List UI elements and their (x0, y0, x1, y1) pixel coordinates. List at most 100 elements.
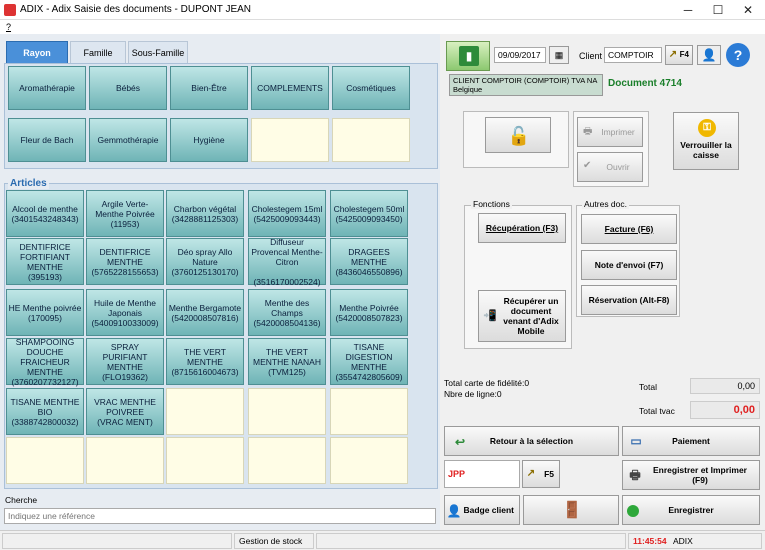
retour-label: Retour à la sélection (489, 436, 574, 446)
open-button[interactable]: ✔ Ouvrir (577, 152, 643, 182)
empty-cell (6, 437, 84, 484)
print-button[interactable]: 🖶 Imprimer (577, 117, 643, 147)
empty-cell (166, 388, 244, 435)
article-button[interactable]: SPRAY PURIFIANT MENTHE (FLO19362) (86, 338, 164, 385)
app-icon (4, 4, 16, 16)
article-button[interactable]: VRAC MENTHE POIVREE (VRAC MENT) (86, 388, 164, 435)
minimize-button[interactable]: ─ (673, 0, 703, 20)
new-document-button[interactable]: ▮ (446, 41, 490, 71)
empty-cell (251, 118, 329, 162)
client-info: CLIENT COMPTOIR (COMPTOIR) TVA NA Belgiq… (449, 74, 603, 96)
article-button[interactable]: Huile de Menthe Japonais (5400910033009) (86, 289, 164, 336)
article-button[interactable]: SHAMPOOING DOUCHE FRAICHEUR MENTHE (3760… (6, 337, 84, 387)
recuperation-button[interactable]: Récupération (F3) (478, 213, 566, 243)
article-button[interactable]: THE VERT MENTHE (8715616004673) (166, 338, 244, 385)
mobile-icon: 📲 (483, 310, 497, 322)
article-button[interactable]: DENTIFRICE MENTHE (5765228155653) (86, 238, 164, 285)
article-button[interactable]: DRAGEES MENTHE (8436046550896) (330, 238, 408, 285)
article-button[interactable]: TISANE MENTHE BIO (3388742800032) (6, 388, 84, 435)
date-field[interactable]: 09/09/2017 (494, 47, 546, 63)
badge-label: Badge client (463, 505, 514, 515)
article-button[interactable]: Charbon végétal (3428881125303) (166, 190, 244, 237)
line-count: Nbre de ligne:0 (444, 389, 502, 399)
rayon-button[interactable]: Bien-Être (170, 66, 248, 110)
rayon-button[interactable]: Aromathérapie (8, 66, 86, 110)
status-bar: Gestion de stock 11:45:54 ADIX (0, 530, 765, 550)
note-envoi-button[interactable]: Note d'envoi (F7) (581, 250, 677, 280)
enregistrer-button[interactable]: Enregistrer (622, 495, 760, 525)
rayon-button[interactable]: Cosmétiques (332, 66, 410, 110)
enregistrer-label: Enregistrer (668, 505, 714, 515)
article-button[interactable]: HE Menthe poivrée (170095) (6, 289, 84, 336)
article-button[interactable]: Argile Verte-Menthe Poivrée (11953) (86, 190, 164, 237)
client-label: Client (579, 51, 603, 61)
check-icon: ✔ (583, 160, 592, 171)
client-card-icon[interactable]: 👤 (697, 45, 721, 65)
article-button[interactable]: Cholestegem 15ml (5425009093443) (248, 190, 326, 237)
article-button[interactable]: Menthe des Champs (5420008504136) (248, 289, 326, 336)
menu-help[interactable]: ? (6, 22, 11, 32)
articles-label: Articles (8, 178, 49, 189)
total-value: 0,00 (690, 378, 760, 394)
article-button[interactable]: Cholestegem 50ml (5425009093450) (330, 190, 408, 237)
lock-register-label: Verrouiller la caisse (680, 140, 732, 160)
paiement-label: Paiement (672, 436, 710, 446)
retour-selection-button[interactable]: ↩ Retour à la sélection (444, 426, 619, 456)
rayon-button[interactable]: COMPLEMENTS (251, 66, 329, 110)
article-button[interactable]: Menthe Poivrée (5420008507823) (330, 289, 408, 336)
person-icon: ▮ (459, 46, 479, 66)
status-stock: Gestion de stock (234, 533, 314, 549)
vendor-field[interactable]: JPP (444, 460, 520, 488)
rayon-button[interactable]: Bébés (89, 66, 167, 110)
search-input[interactable] (4, 508, 436, 524)
status-seg-1 (2, 533, 232, 549)
facture-button[interactable]: Facture (F6) (581, 214, 677, 244)
status-user: ADIX (672, 536, 693, 546)
empty-cell (86, 437, 164, 484)
article-button[interactable]: Menthe Bergamote (5420008507816) (166, 289, 244, 336)
f5-label: F5 (544, 469, 554, 479)
lock-register-button[interactable]: ⚿ Verrouiller la caisse (673, 112, 739, 170)
empty-cell (248, 388, 326, 435)
autres-label: Autres doc. (582, 199, 629, 209)
badge-client-button[interactable]: 👤 Badge client (444, 495, 520, 525)
recuperer-adix-label: Récupérer un document venant d'Adix Mobi… (503, 296, 559, 336)
badge-icon: 👤 (446, 504, 462, 518)
maximize-button[interactable]: ☐ (703, 0, 733, 20)
status-time: 11:45:54 (633, 536, 667, 546)
help-icon[interactable]: ? (726, 43, 750, 67)
client-search-button[interactable]: ↗ F4 (665, 45, 693, 65)
reservation-button[interactable]: Réservation (Alt-F8) (581, 285, 677, 315)
green-dot-icon (627, 505, 639, 517)
padlock-icon: 🔓 (507, 126, 531, 146)
empty-cell (332, 118, 410, 162)
exit-button[interactable]: 🚪 (523, 495, 619, 525)
paiement-button[interactable]: ▭ Paiement (622, 426, 760, 456)
article-button[interactable]: THE VERT MENTHE NANAH (TVM125) (248, 338, 326, 385)
close-button[interactable]: ✕ (733, 0, 763, 20)
rayon-button[interactable]: Fleur de Bach (8, 118, 86, 162)
lock-button[interactable]: 🔓 (485, 117, 551, 153)
fonctions-label: Fonctions (471, 199, 512, 209)
tab-famille[interactable]: Famille (70, 41, 126, 63)
calendar-icon[interactable]: ▦ (549, 46, 569, 64)
key-icon: ⚿ (698, 119, 716, 137)
tab-rayon[interactable]: Rayon (6, 41, 68, 63)
recuperer-adix-button[interactable]: 📲 Récupérer un document venant d'Adix Mo… (478, 290, 566, 342)
article-button[interactable]: Alcool de menthe (3401543248343) (6, 190, 84, 237)
client-field[interactable]: COMPTOIR (604, 47, 662, 63)
open-label: Ouvrir (606, 162, 630, 172)
article-button[interactable]: TISANE DIGESTION MENTHE (3554742805609) (330, 338, 408, 385)
enregistrer-imprimer-button[interactable]: 🖶 Enregistrer et Imprimer (F9) (622, 460, 760, 490)
status-time-box: 11:45:54 ADIX (628, 533, 762, 549)
article-button[interactable]: Déo spray Allo Nature (3760125130170) (166, 238, 244, 285)
print-label: Imprimer (601, 127, 635, 137)
document-number: Document 4714 (608, 78, 682, 89)
article-button[interactable]: Diffuseur Provencal Menthe-Citron (35161… (248, 237, 326, 287)
rayon-button[interactable]: Gemmothérapie (89, 118, 167, 162)
vendor-select-button[interactable]: ↗ F5 (522, 460, 560, 488)
article-button[interactable]: DENTIFRICE FORTIFIANT MENTHE (395193) (6, 238, 84, 285)
title-bar: ADIX - Adix Saisie des documents - DUPON… (0, 0, 765, 20)
tab-sous-famille[interactable]: Sous-Famille (128, 41, 188, 63)
rayon-button[interactable]: Hygiène (170, 118, 248, 162)
